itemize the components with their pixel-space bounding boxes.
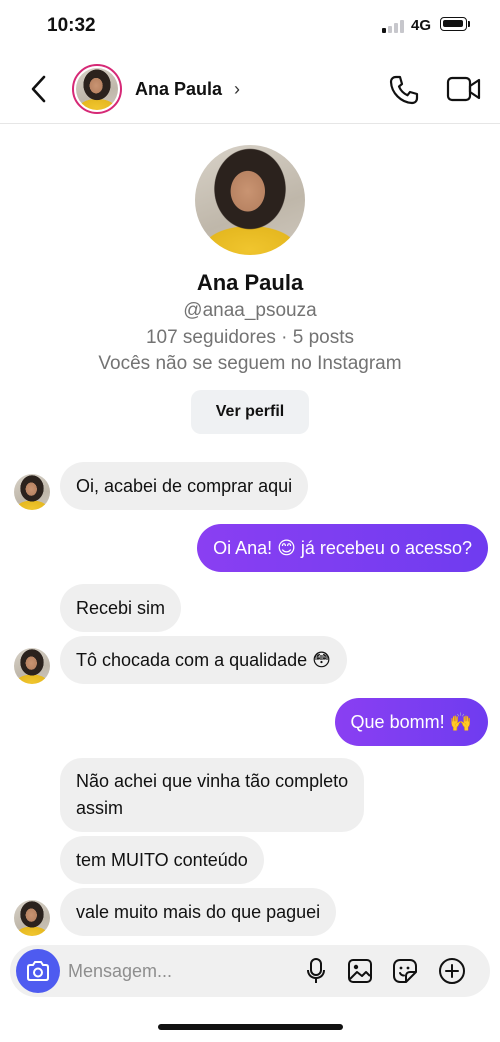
video-camera-icon	[446, 76, 481, 102]
signal-icon	[382, 20, 404, 33]
voice-call-button[interactable]	[388, 74, 420, 106]
message-bubble[interactable]: Que bomm! 🙌	[334, 698, 488, 746]
message-input[interactable]	[68, 955, 288, 987]
chevron-right-icon[interactable]: ›	[234, 79, 240, 100]
battery-icon	[440, 17, 467, 31]
message-bubble[interactable]: Recebi sim	[60, 584, 182, 632]
message-avatar[interactable]	[14, 900, 50, 936]
microphone-icon	[307, 958, 325, 983]
image-icon	[348, 959, 372, 983]
back-button[interactable]	[24, 72, 54, 106]
message-bubble[interactable]: Oi Ana! 😊 já recebeu o acesso?	[197, 524, 488, 572]
camera-button[interactable]	[16, 949, 60, 993]
video-call-button[interactable]	[446, 74, 482, 104]
sticker-icon	[393, 959, 417, 983]
message-bubble[interactable]: Tô chocada com a qualidade 😳	[60, 636, 347, 684]
status-time: 10:32	[47, 15, 96, 36]
view-profile-button[interactable]: Ver perfil	[191, 390, 309, 434]
profile-name: Ana Paula	[196, 270, 304, 295]
message-bubble[interactable]: vale muito mais do que paguei	[60, 888, 337, 936]
profile-note: Vocês não se seguem no Instagram	[98, 353, 402, 374]
header-avatar[interactable]	[72, 64, 122, 114]
message-avatar[interactable]	[14, 474, 50, 510]
message-bubble[interactable]: Não achei que vinha tão completo assim	[60, 758, 365, 832]
status-bar: 10:32 4G	[0, 0, 500, 52]
message-avatar[interactable]	[14, 648, 50, 684]
voice-message-button[interactable]	[302, 957, 330, 985]
back-icon	[31, 75, 46, 103]
header-name[interactable]: Ana Paula	[135, 79, 222, 100]
home-indicator	[158, 1024, 343, 1030]
more-options-button[interactable]	[438, 957, 466, 985]
network-type: 4G	[411, 17, 432, 34]
message-line: assim	[76, 798, 124, 818]
chat-header: Ana Paula ›	[0, 52, 500, 124]
sticker-button[interactable]	[391, 957, 419, 985]
battery-cap	[468, 21, 470, 27]
camera-icon	[27, 961, 49, 981]
profile-stats: 107 seguidores · 5 posts	[145, 327, 355, 348]
message-bubble[interactable]: tem MUITO conteúdo	[60, 836, 264, 884]
message-line: Não achei que vinha tão completo	[76, 771, 349, 791]
profile-handle: @anaa_psouza	[183, 300, 317, 321]
message-bubble[interactable]: Oi, acabei de comprar aqui	[60, 462, 309, 510]
profile-avatar[interactable]	[195, 145, 305, 255]
message-composer	[10, 945, 490, 997]
gallery-button[interactable]	[346, 957, 374, 985]
phone-icon	[389, 75, 419, 105]
plus-circle-icon	[439, 958, 465, 984]
